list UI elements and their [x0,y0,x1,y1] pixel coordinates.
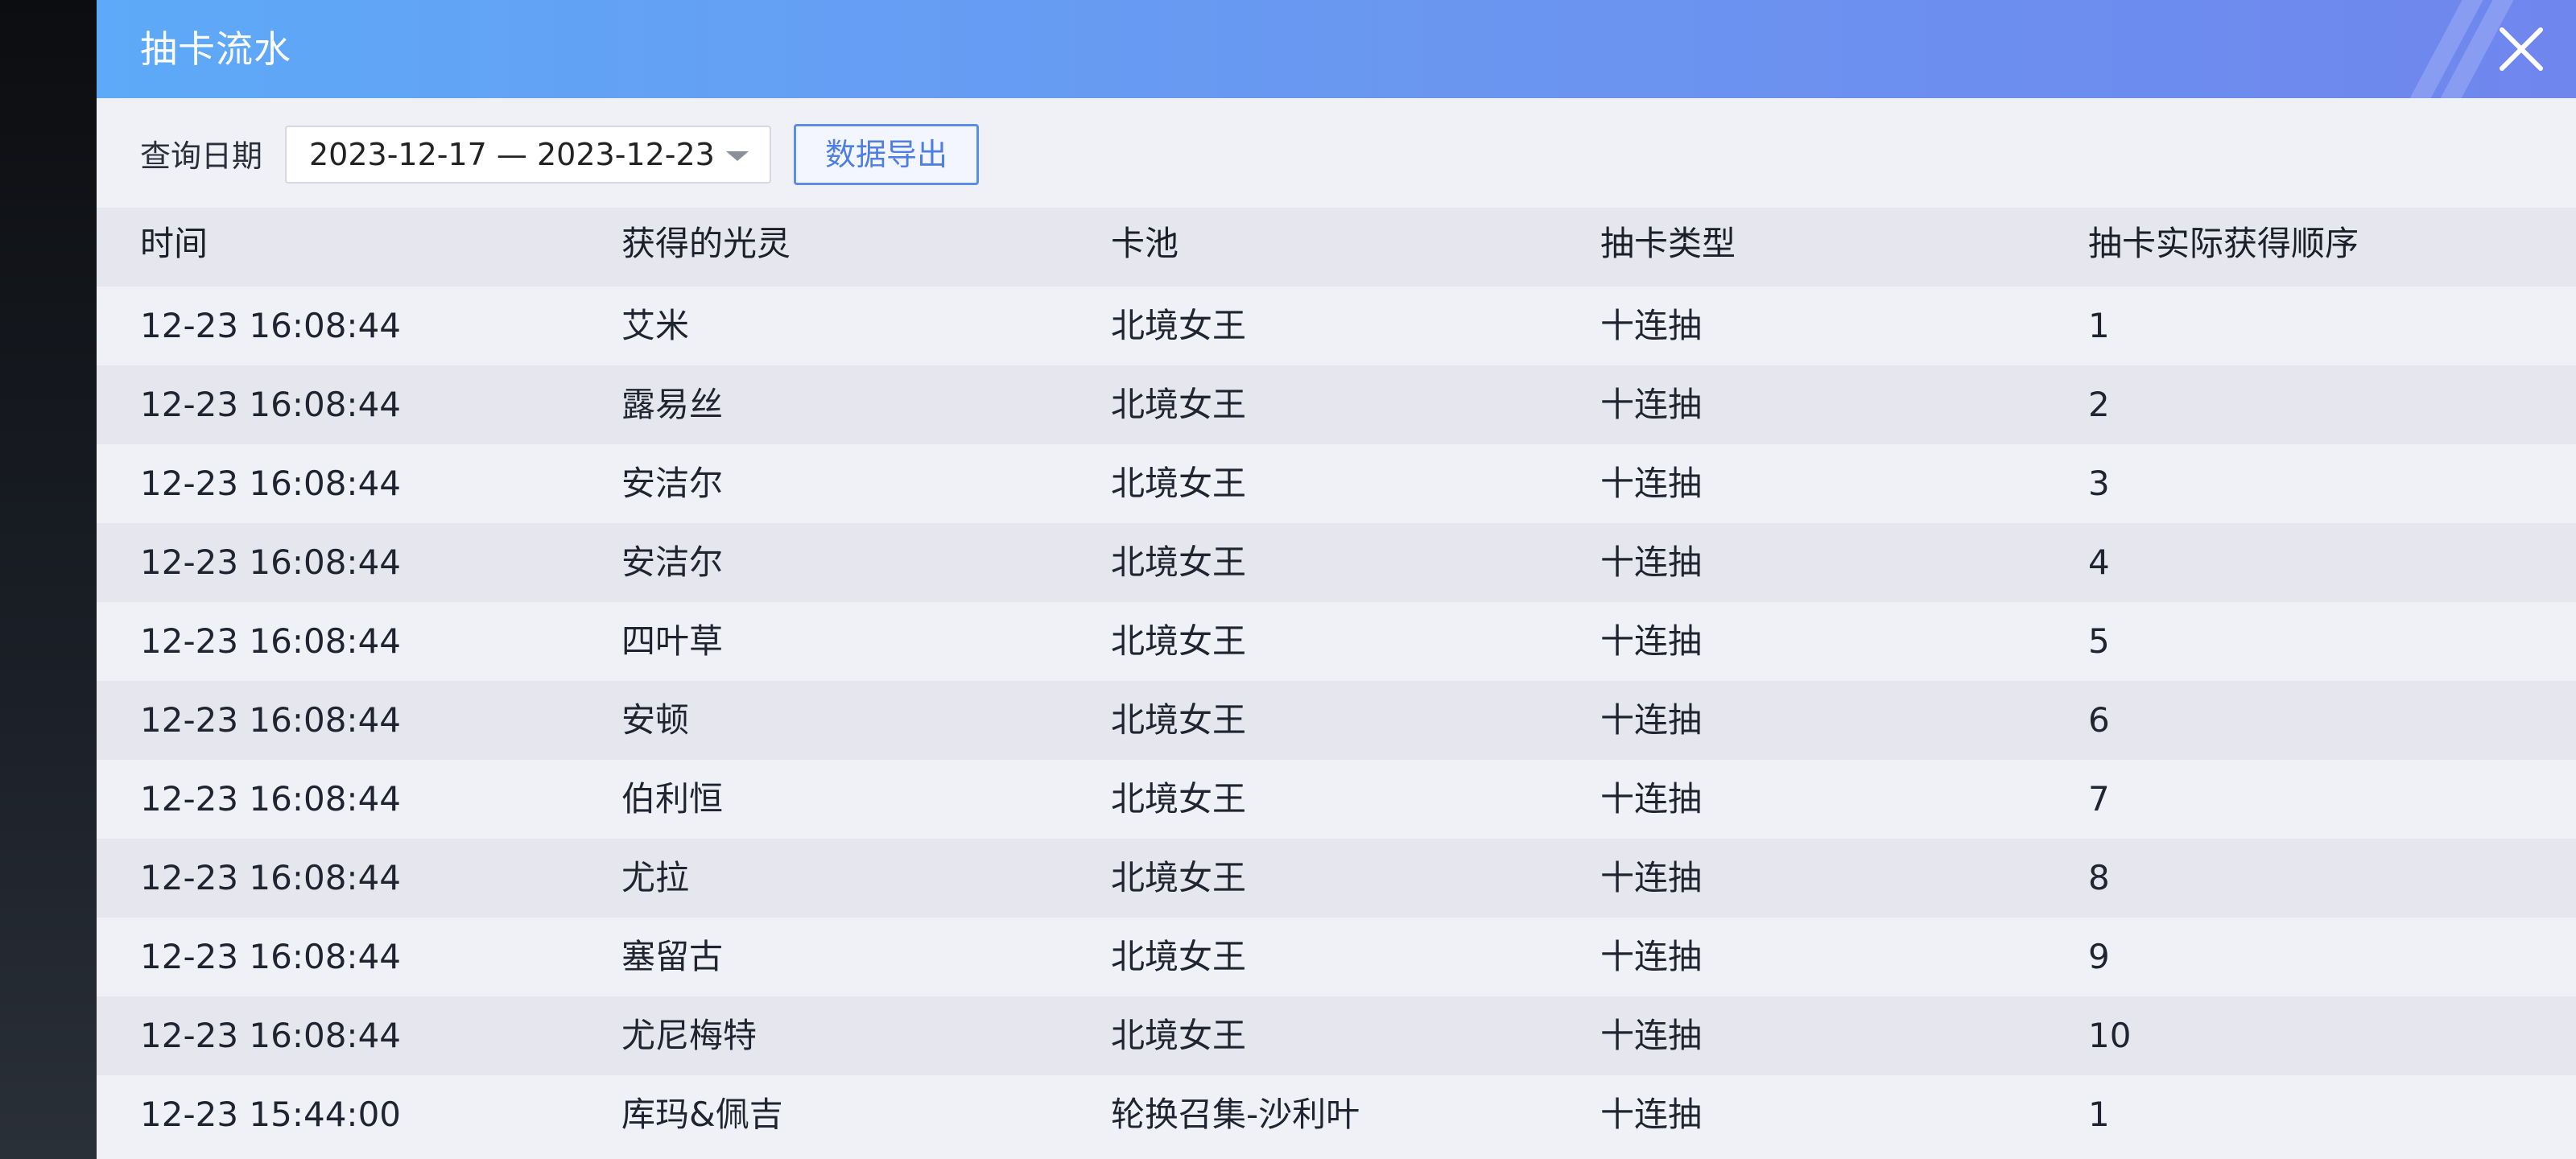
cell-draw-type: 十连抽 [1600,1016,1703,1055]
cell-order: 5 [2088,621,2110,661]
draw-history-table: 时间 获得的光灵 卡池 抽卡类型 抽卡实际获得顺序 12-23 16:08:44… [97,208,2576,1154]
cell-draw-type: 十连抽 [1600,779,1703,819]
cell-time: 12-23 16:08:44 [140,779,402,819]
table-row: 12-23 16:08:44 安洁尔 北境女王 十连抽 3 [97,444,2576,523]
cell-character: 塞留古 [621,937,724,976]
cell-time: 12-23 16:08:44 [140,1016,402,1055]
table-row: 12-23 16:08:44 露易丝 北境女王 十连抽 2 [97,365,2576,444]
export-data-button[interactable]: 数据导出 [794,124,979,185]
cell-time: 12-23 15:44:00 [140,1095,402,1134]
cell-order: 9 [2088,937,2110,976]
cell-draw-type: 十连抽 [1600,464,1703,503]
title-bar: 抽卡流水 [97,0,2576,98]
header-order: 抽卡实际获得顺序 [2088,224,2359,263]
close-button[interactable] [2489,17,2553,81]
cell-pool: 北境女王 [1111,306,1247,345]
cell-pool: 北境女王 [1111,700,1247,740]
cell-character: 尤拉 [621,858,690,897]
cell-draw-type: 十连抽 [1600,1095,1703,1134]
cell-time: 12-23 16:08:44 [140,700,402,740]
cell-pool: 北境女王 [1111,858,1247,897]
cell-draw-type: 十连抽 [1600,937,1703,976]
date-range-value: 2023-12-17 — 2023-12-23 [309,137,715,172]
table-row: 12-23 16:08:44 四叶草 北境女王 十连抽 5 [97,602,2576,681]
table-row: 12-23 16:08:44 安顿 北境女王 十连抽 6 [97,681,2576,760]
header-pool: 卡池 [1111,224,1179,263]
cell-character: 安顿 [621,700,690,740]
cell-order: 3 [2088,464,2110,503]
cell-pool: 北境女王 [1111,542,1247,582]
cell-character: 伯利恒 [621,779,724,819]
table-row: 12-23 16:08:44 尤尼梅特 北境女王 十连抽 10 [97,996,2576,1075]
cell-pool: 北境女王 [1111,621,1247,661]
cell-order: 1 [2088,306,2110,345]
cell-pool: 北境女王 [1111,779,1247,819]
table-row: 12-23 16:08:44 伯利恒 北境女王 十连抽 7 [97,760,2576,839]
table-row: 12-23 16:08:44 艾米 北境女王 十连抽 1 [97,287,2576,365]
chevron-down-icon [726,151,749,161]
cell-order: 10 [2088,1016,2132,1055]
cell-draw-type: 十连抽 [1600,621,1703,661]
cell-time: 12-23 16:08:44 [140,937,402,976]
cell-character: 安洁尔 [621,542,724,582]
cell-order: 8 [2088,858,2110,897]
cell-draw-type: 十连抽 [1600,306,1703,345]
filter-bar: 查询日期 2023-12-17 — 2023-12-23 数据导出 [97,98,2576,208]
cell-pool: 北境女王 [1111,937,1247,976]
table-row: 12-23 16:08:44 尤拉 北境女王 十连抽 8 [97,839,2576,918]
cell-pool: 北境女王 [1111,1016,1247,1055]
cell-order: 6 [2088,700,2110,740]
cell-time: 12-23 16:08:44 [140,858,402,897]
cell-character: 库玛&佩吉 [621,1095,783,1134]
cell-pool: 轮换召集-沙利叶 [1111,1095,1360,1134]
cell-time: 12-23 16:08:44 [140,621,402,661]
header-character: 获得的光灵 [621,224,791,263]
cell-draw-type: 十连抽 [1600,700,1703,740]
cell-character: 露易丝 [621,385,724,424]
cell-time: 12-23 16:08:44 [140,385,402,424]
table-row: 12-23 15:44:00 库玛&佩吉 轮换召集-沙利叶 十连抽 1 [97,1075,2576,1154]
close-icon [2500,27,2543,71]
cell-order: 2 [2088,385,2110,424]
header-time: 时间 [140,224,208,263]
cell-character: 尤尼梅特 [621,1016,758,1055]
cell-character: 四叶草 [621,621,724,661]
table-header: 时间 获得的光灵 卡池 抽卡类型 抽卡实际获得顺序 [97,208,2576,287]
cell-order: 4 [2088,542,2110,582]
cell-character: 艾米 [621,306,690,345]
cell-character: 安洁尔 [621,464,724,503]
date-filter-label: 查询日期 [140,138,263,174]
draw-history-dialog: 抽卡流水 查询日期 2023-12-17 — 2023-12-23 数据导出 时… [97,0,2576,1159]
cell-draw-type: 十连抽 [1600,542,1703,582]
cell-draw-type: 十连抽 [1600,385,1703,424]
cell-time: 12-23 16:08:44 [140,306,402,345]
cell-pool: 北境女王 [1111,385,1247,424]
cell-order: 7 [2088,779,2110,819]
cell-order: 1 [2088,1095,2110,1134]
table-row: 12-23 16:08:44 塞留古 北境女王 十连抽 9 [97,918,2576,996]
cell-time: 12-23 16:08:44 [140,542,402,582]
cell-time: 12-23 16:08:44 [140,464,402,503]
cell-draw-type: 十连抽 [1600,858,1703,897]
left-edge-background [0,0,97,1159]
dialog-title: 抽卡流水 [140,27,291,71]
header-draw-type: 抽卡类型 [1600,224,1736,263]
date-range-select[interactable]: 2023-12-17 — 2023-12-23 [285,126,771,184]
cell-pool: 北境女王 [1111,464,1247,503]
table-row: 12-23 16:08:44 安洁尔 北境女王 十连抽 4 [97,523,2576,602]
